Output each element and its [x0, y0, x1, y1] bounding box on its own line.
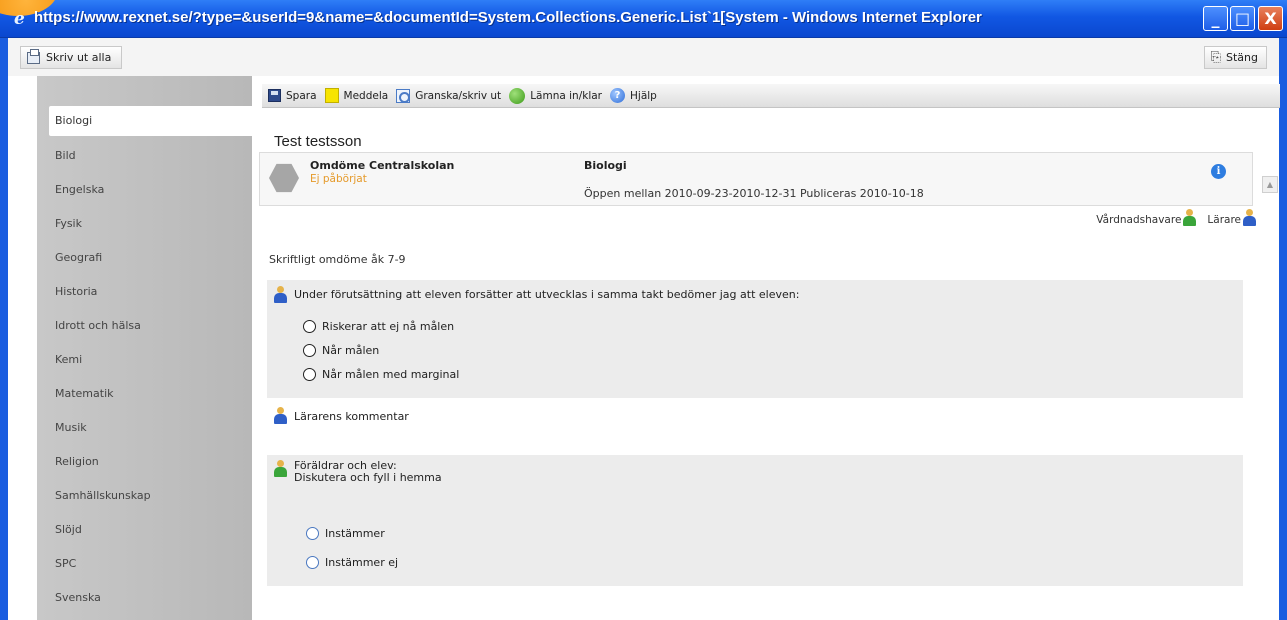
radio-button[interactable] [303, 344, 316, 357]
sidebar-item-musik[interactable]: Musik [37, 413, 252, 443]
sidebar-item-slojd[interactable]: Slöjd [37, 515, 252, 545]
guardian-person-icon [274, 460, 287, 477]
status-hexagon-icon [269, 163, 299, 193]
question-text: Under förutsättning att eleven forsätter… [294, 288, 800, 301]
sidebar-item-samhallskunskap[interactable]: Samhällskunskap [37, 481, 252, 511]
maximize-button[interactable]: □ [1230, 6, 1255, 31]
question-row: Under förutsättning att eleven forsätter… [274, 286, 799, 303]
option-risk[interactable]: Riskerar att ej nå målen [303, 320, 454, 333]
option-label: Når målen med marginal [322, 368, 460, 381]
parents-row: Föräldrar och elev: Diskutera och fyll i… [274, 460, 442, 484]
window-frame-right [1279, 76, 1287, 620]
sidebar-item-geografi[interactable]: Geografi [37, 243, 252, 273]
green-circle-icon [509, 87, 526, 104]
radio-button[interactable] [306, 556, 319, 569]
close-button[interactable]: ⎘ Stäng [1203, 46, 1267, 69]
print-all-label: Skriv ut alla [46, 51, 112, 64]
floppy-disk-icon [268, 89, 281, 102]
option-agree[interactable]: Instämmer [306, 527, 385, 540]
parents-line-2: Diskutera och fyll i hemma [294, 471, 442, 484]
subject-sidebar: Biologi Bild Engelska Fysik Geografi His… [37, 76, 252, 620]
sidebar-item-kemi[interactable]: Kemi [37, 345, 252, 375]
sticky-note-icon [324, 88, 339, 103]
notify-button[interactable]: Meddela [324, 88, 389, 103]
teacher-role: Lärare [1207, 209, 1256, 226]
window-frame-left [0, 76, 8, 620]
internet-explorer-icon: e [14, 9, 25, 29]
option-reaches-goals-margin[interactable]: Når målen med marginal [303, 368, 459, 381]
sidebar-item-historia[interactable]: Historia [37, 277, 252, 307]
teacher-comment-row[interactable]: Lärarens kommentar [274, 407, 409, 424]
sidebar-item-matematik[interactable]: Matematik [37, 379, 252, 409]
notify-label: Meddela [343, 89, 389, 102]
sidebar-item-engelska[interactable]: Engelska [37, 175, 252, 205]
print-all-button[interactable]: Skriv ut alla [20, 46, 123, 69]
review-print-button[interactable]: Granska/skriv ut [396, 88, 502, 103]
option-label: Instämmer [325, 527, 385, 540]
document-actions-toolbar: Spara Meddela Granska/skriv ut Lämna in/… [262, 84, 1280, 108]
save-button[interactable]: Spara [268, 89, 317, 102]
help-icon: ? [610, 88, 625, 103]
submit-label: Lämna in/klar [530, 89, 602, 102]
window-titlebar: e https://www.rexnet.se/?type=&userId=9&… [0, 0, 1287, 38]
role-legend: Vårdnadshavare Lärare [1096, 209, 1256, 226]
assessment-title: Omdöme Centralskolan [310, 159, 455, 172]
close-window-button[interactable]: X [1258, 6, 1283, 31]
assessment-period: Öppen mellan 2010-09-23-2010-12-31 Publi… [584, 187, 924, 200]
form-section-title: Skriftligt omdöme åk 7-9 [269, 253, 406, 266]
submit-button[interactable]: Lämna in/klar [509, 87, 602, 104]
info-icon[interactable]: i [1211, 164, 1226, 179]
teacher-person-icon [274, 407, 287, 424]
option-label: Riskerar att ej nå målen [322, 320, 455, 333]
sidebar-item-svenska[interactable]: Svenska [37, 583, 252, 613]
sidebar-item-religion[interactable]: Religion [37, 447, 252, 477]
sidebar-item-fysik[interactable]: Fysik [37, 209, 252, 239]
close-label: Stäng [1226, 51, 1258, 64]
subject-title: Biologi [584, 159, 627, 172]
assessment-question-panel: Under förutsättning att eleven forsätter… [267, 280, 1243, 398]
guardian-label: Vårdnadshavare [1096, 214, 1182, 226]
teacher-comment-label: Lärarens kommentar [294, 410, 409, 423]
assessment-status: Ej påbörjat [310, 173, 367, 185]
sidebar-item-idrott-och-halsa[interactable]: Idrott och hälsa [37, 311, 252, 341]
top-toolbar: Skriv ut alla ⎘ Stäng [0, 38, 1287, 76]
sidebar-item-spc[interactable]: SPC [37, 549, 252, 579]
student-name: Test testsson [274, 133, 362, 150]
magnifier-document-icon [396, 88, 411, 103]
option-label: Når målen [322, 344, 380, 357]
assessment-info-box: Omdöme Centralskolan Ej påbörjat Biologi… [259, 152, 1253, 206]
review-print-label: Granska/skriv ut [415, 89, 502, 102]
window-title: https://www.rexnet.se/?type=&userId=9&na… [34, 9, 982, 26]
guardian-role: Vårdnadshavare [1096, 209, 1197, 226]
save-label: Spara [286, 89, 317, 102]
teacher-person-icon [1243, 209, 1256, 226]
radio-button[interactable] [303, 368, 316, 381]
option-reaches-goals[interactable]: Når målen [303, 344, 379, 357]
sidebar-item-bild[interactable]: Bild [37, 141, 252, 171]
option-disagree[interactable]: Instämmer ej [306, 556, 398, 569]
printer-icon [27, 48, 40, 64]
radio-button[interactable] [306, 527, 319, 540]
minimize-button[interactable]: _ [1203, 6, 1228, 31]
help-button[interactable]: ? Hjälp [610, 88, 657, 103]
teacher-label: Lärare [1207, 214, 1241, 226]
sidebar-item-biologi[interactable]: Biologi [49, 106, 252, 136]
guardian-person-icon [1183, 209, 1197, 226]
scrollbar-up-arrow[interactable]: ▲ [1262, 176, 1278, 193]
exit-door-icon: ⎘ [1210, 50, 1221, 65]
parents-text: Föräldrar och elev: Diskutera och fyll i… [294, 460, 442, 484]
option-label: Instämmer ej [325, 556, 399, 569]
radio-button[interactable] [303, 320, 316, 333]
teacher-person-icon [274, 286, 287, 303]
help-label: Hjälp [630, 89, 657, 102]
parents-panel: Föräldrar och elev: Diskutera och fyll i… [267, 455, 1243, 586]
